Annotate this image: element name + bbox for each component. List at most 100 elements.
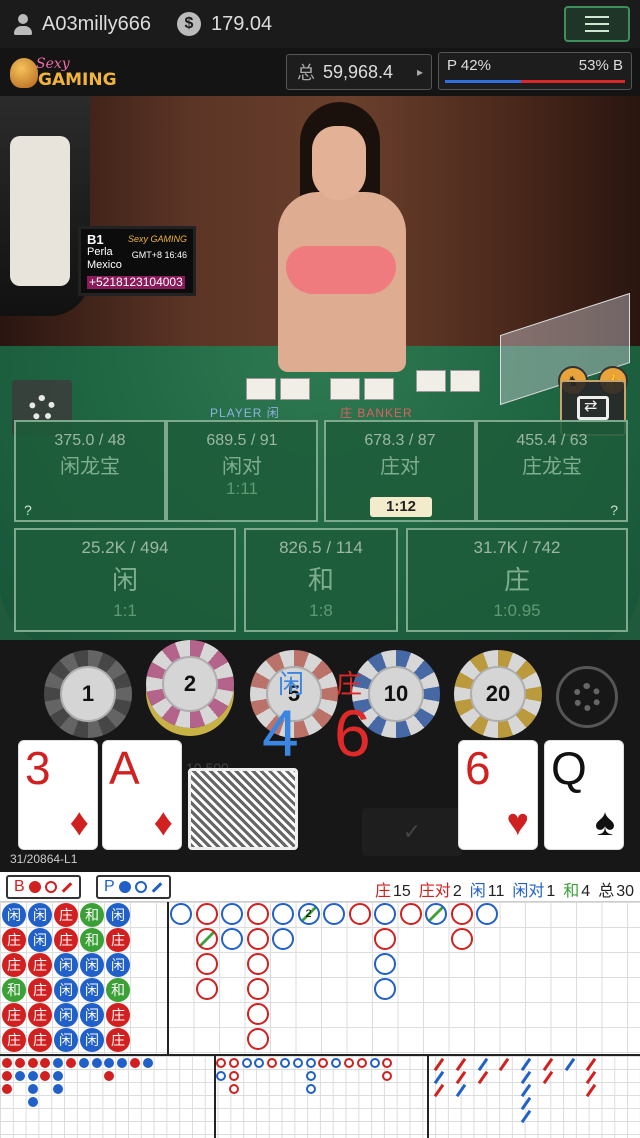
diamond-icon: ♦ xyxy=(153,802,173,844)
big-road-cell xyxy=(246,1028,269,1050)
heart-icon: ♥ xyxy=(506,802,529,844)
roadmap: B P 庄 15 庄对 2 闲 11 闲对 1 和 4 总 30 闲庄庄和庄庄闲闲庄庄庄庄庄庄闲闲闲闲… xyxy=(0,872,640,1138)
big-road-cell xyxy=(221,928,243,950)
big-road-cell xyxy=(323,903,345,925)
roadmap-header: B P 庄 15 庄对 2 闲 11 闲对 1 和 4 总 30 xyxy=(0,872,640,902)
player-pct: P 42% xyxy=(447,57,491,74)
big-road-cell xyxy=(272,903,294,925)
bet-tie[interactable]: 826.5 / 114 和 1:8 xyxy=(244,528,398,632)
ask-banker-button[interactable]: B xyxy=(6,875,81,899)
bead-cell: 庄 xyxy=(28,953,52,977)
swap-icon xyxy=(577,396,609,420)
big-road-cell xyxy=(399,903,422,925)
help-icon[interactable]: ? xyxy=(610,502,618,518)
chip-settings-button[interactable] xyxy=(556,666,618,728)
big-road-cell xyxy=(476,903,498,925)
big-road-cell xyxy=(195,978,218,1000)
big-road-cell xyxy=(246,1003,269,1025)
help-icon[interactable]: ? xyxy=(24,502,32,518)
big-road-cell xyxy=(450,903,473,925)
bead-cell: 庄 xyxy=(28,978,52,1002)
big-road-cell xyxy=(195,953,218,975)
banker-score: 6 xyxy=(334,696,371,770)
bet-player-pair[interactable]: 689.5 / 91 闲对 1:11 xyxy=(166,420,318,522)
bead-cell: 闲 xyxy=(54,978,78,1002)
big-eye-road-cell xyxy=(27,1084,38,1094)
big-road-cell xyxy=(246,953,269,975)
big-road-cell xyxy=(195,928,218,950)
small-road-cell xyxy=(305,1071,316,1081)
chevron-right-icon: ▸ xyxy=(416,65,423,79)
bead-cell: 庄 xyxy=(106,1003,130,1027)
hamburger-icon xyxy=(585,16,609,18)
small-road-cell xyxy=(305,1084,316,1094)
small-road-cell xyxy=(292,1058,303,1068)
player-score: 4 xyxy=(262,696,299,770)
tally-item: 总 30 xyxy=(598,883,634,900)
player-slash-icon xyxy=(151,881,162,893)
banker-ring-icon xyxy=(44,881,57,893)
banker-card-1: 6 ♥ xyxy=(458,740,538,850)
balance-icon: $ xyxy=(176,12,201,36)
tally-item: 庄 15 xyxy=(374,883,411,900)
round-id: 31/20864-L1 xyxy=(10,852,78,866)
spade-icon: ♠ xyxy=(594,802,615,844)
small-road-cell xyxy=(356,1058,367,1068)
player-ring-icon xyxy=(134,881,147,893)
bead-cell: 庄 xyxy=(2,928,26,952)
bet-player[interactable]: 25.2K / 494 闲 1:1 xyxy=(14,528,236,632)
bead-cell: 庄 xyxy=(2,1003,26,1027)
bet-player-dragon-bonus[interactable]: 375.0 / 48 闲龙宝 ? xyxy=(14,420,166,522)
small-road-cell xyxy=(228,1084,239,1094)
total-label: 总 xyxy=(297,63,315,83)
bead-cell: 庄 xyxy=(2,953,26,977)
player-card-1: 3 ♦ xyxy=(18,740,98,850)
player-card-2: A ♦ xyxy=(102,740,182,850)
menu-button[interactable] xyxy=(564,6,630,42)
bead-cell: 庄 xyxy=(28,1028,52,1052)
bet-banker[interactable]: 31.7K / 742 庄 1:0.95 xyxy=(406,528,628,632)
big-road-cell: 2 xyxy=(297,903,320,925)
gear-icon xyxy=(29,395,55,421)
bead-cell: 和 xyxy=(80,928,104,952)
small-road-cell xyxy=(216,1058,226,1068)
chip-20[interactable]: 20 xyxy=(454,650,542,738)
small-road-cell xyxy=(228,1058,239,1068)
big-road-cell xyxy=(450,928,473,950)
bead-cell: 庄 xyxy=(54,928,78,952)
bet-banker-dragon-bonus[interactable]: 455.4 / 63 庄龙宝 ? xyxy=(476,420,628,522)
big-road-cell xyxy=(425,903,447,925)
confirm-bet-button[interactable]: ✓ xyxy=(362,808,462,856)
ask-player-button[interactable]: P xyxy=(96,875,171,899)
felt-banker-text: 庄 BANKER xyxy=(340,406,413,420)
bead-cell: 闲 xyxy=(28,928,52,952)
tally-item: 庄对 2 xyxy=(418,883,462,900)
bead-cell: 闲 xyxy=(54,953,78,977)
gear-icon xyxy=(573,683,601,711)
big-eye-road-cell xyxy=(14,1058,25,1068)
diamond-icon: ♦ xyxy=(69,802,89,844)
player-ratio-fill xyxy=(445,80,521,83)
bead-cell: 庄 xyxy=(54,903,78,927)
big-road-cell xyxy=(170,903,192,925)
total-bets-button[interactable]: 总 59,968.4 ▸ xyxy=(286,54,432,90)
ratio-bar xyxy=(445,80,625,83)
bead-cell: 闲 xyxy=(106,903,130,927)
bead-cell: 庄 xyxy=(106,928,130,952)
big-eye-road-cell xyxy=(27,1058,38,1068)
banker-card-2: Q ♠ xyxy=(544,740,624,850)
small-road-cell xyxy=(369,1058,380,1068)
bead-cell: 闲 xyxy=(80,953,104,977)
big-eye-road-cell xyxy=(2,1084,12,1094)
big-road-cell xyxy=(374,928,396,950)
bead-cell: 庄 xyxy=(2,1028,26,1052)
big-eye-road-cell xyxy=(130,1058,140,1068)
banker-slash-icon xyxy=(61,881,72,893)
bead-cell: 庄 xyxy=(106,1028,130,1052)
chip-2[interactable]: 2 xyxy=(146,640,234,728)
banker-pct: 53% B xyxy=(578,57,623,74)
chip-1[interactable]: 1 xyxy=(44,650,132,738)
bead-cell: 闲 xyxy=(80,1003,104,1027)
banker-dot-icon xyxy=(28,881,41,893)
big-road-cell xyxy=(374,903,396,925)
